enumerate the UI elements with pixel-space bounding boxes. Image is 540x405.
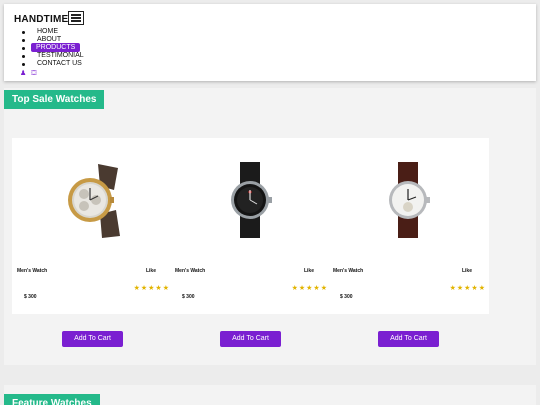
product-image-watch[interactable] [52,154,132,246]
product-name: Men's Watch [175,268,206,274]
like-link[interactable]: Like [146,268,156,274]
header-icons: ♟ ⛋ [20,69,42,78]
like-link[interactable]: Like [462,268,472,274]
product-card: Men's Watch Like ★★★★★ $ 300 [12,138,170,314]
nav-menu: HOME ABOUT PRODUCTS TESTIMONIAL CONTACT … [21,28,86,68]
add-to-cart-button[interactable]: Add To Cart [62,331,123,347]
product-price: $ 300 [24,294,37,300]
product-image-watch[interactable] [368,154,448,246]
cart-icon[interactable]: ⛋ [31,70,36,77]
nav-item-products[interactable]: PRODUCTS [21,43,86,52]
add-to-cart-button[interactable]: Add To Cart [378,331,439,347]
brand-logo[interactable]: HANDTIME [14,14,68,25]
rating-stars: ★★★★★ [449,285,486,292]
product-card: Men's Watch Like ★★★★★ $ 300 [328,138,486,314]
rating-stars: ★★★★★ [133,285,170,292]
nav-item-home[interactable]: HOME [21,28,86,36]
nav-item-contact[interactable]: CONTACT US [21,60,86,68]
product-name: Men's Watch [333,268,364,274]
hamburger-menu-icon[interactable] [68,11,84,25]
user-icon[interactable]: ♟ [20,70,26,77]
product-price: $ 300 [182,294,195,300]
like-link[interactable]: Like [304,268,314,274]
product-name: Men's Watch [17,268,48,274]
section-title-feature: Feature Watches [4,394,100,405]
add-to-cart-button[interactable]: Add To Cart [220,331,281,347]
section-title-top-sale: Top Sale Watches [4,90,105,109]
product-card: Men's Watch Like ★★★★★ $ 300 [170,138,328,314]
product-image-watch[interactable] [210,154,290,246]
nav-item-testimonial[interactable]: TESTIMONIAL [21,52,86,60]
rating-stars: ★★★★★ [291,285,328,292]
site-header: HANDTIME HOME ABOUT PRODUCTS TESTIMONIAL… [4,4,536,81]
product-price: $ 300 [340,294,353,300]
